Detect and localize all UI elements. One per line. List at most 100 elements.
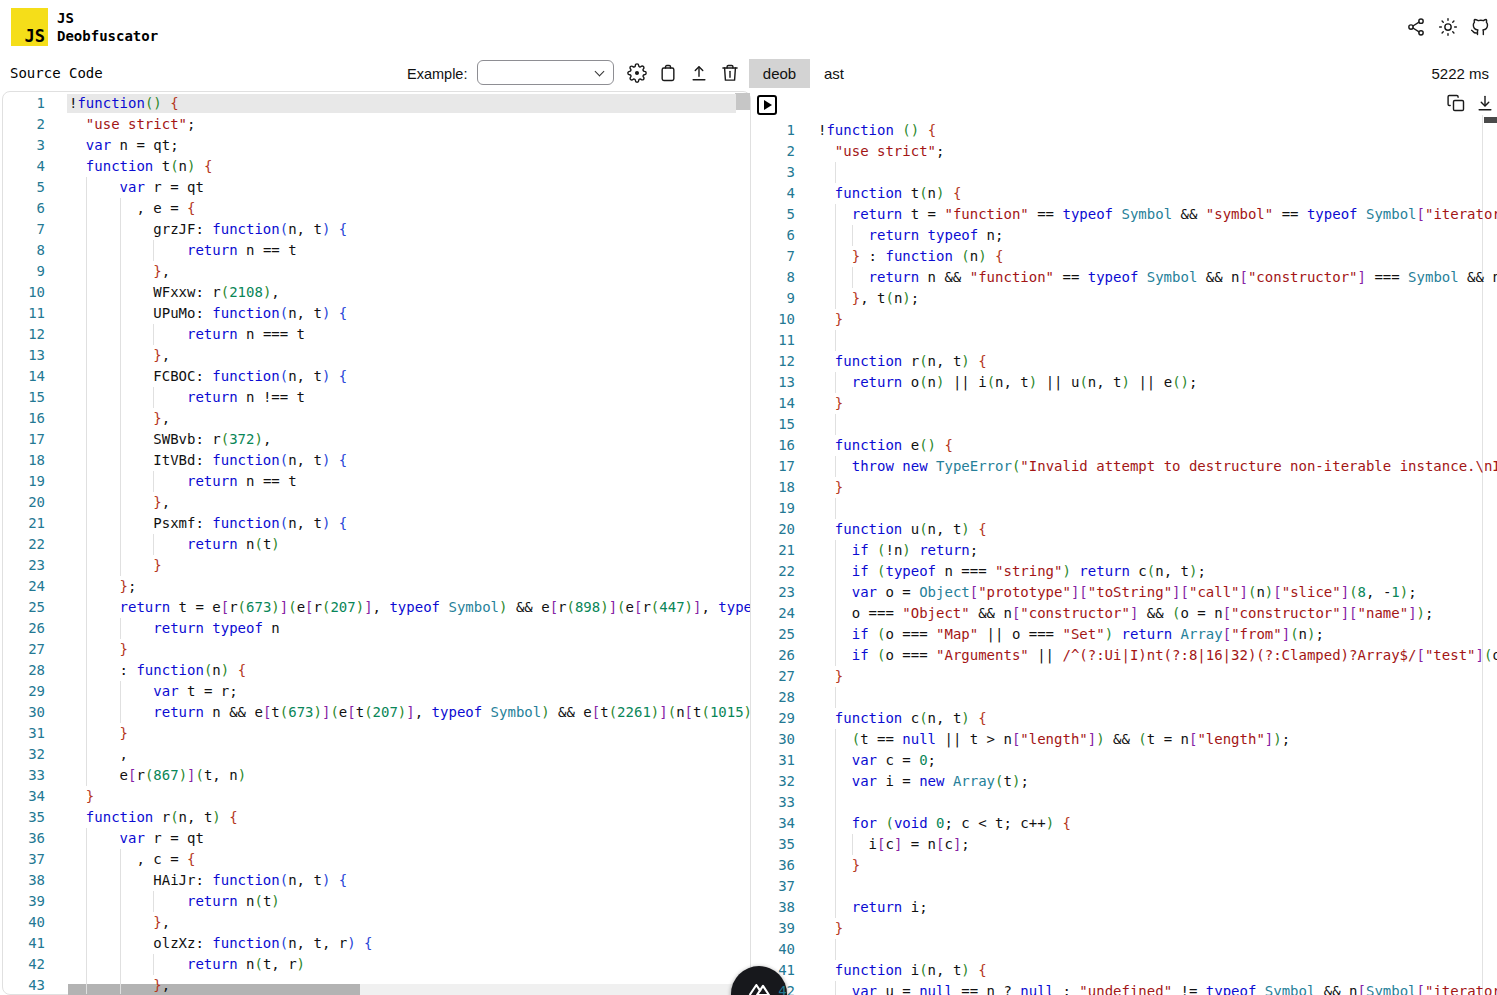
code-line[interactable]: 23 var o = Object["prototype"]["toString… [760, 582, 1497, 603]
code-line[interactable]: 41 olzXz: function(n, t, r) { [3, 933, 750, 954]
code-line[interactable]: 3 var n = qt; [3, 135, 750, 156]
code-line[interactable]: 42 var u = null == n ? null : "undefined… [760, 981, 1497, 995]
code-line[interactable]: 8 return n == t [3, 240, 750, 261]
code-line[interactable]: 38 HAiJr: function(n, t) { [3, 870, 750, 891]
code-line[interactable]: 36 var r = qt [3, 828, 750, 849]
code-line[interactable]: 41 function i(n, t) { [760, 960, 1497, 981]
code-line[interactable]: 42 return n(t, r) [3, 954, 750, 975]
code-line[interactable]: 13 }, [3, 345, 750, 366]
code-line[interactable]: 22 return n(t) [3, 534, 750, 555]
code-line[interactable]: 37 [760, 876, 1497, 897]
code-line[interactable]: 8 return n && "function" == typeof Symbo… [760, 267, 1497, 288]
code-line[interactable]: 26 return typeof n [3, 618, 750, 639]
code-line[interactable]: 4 function t(n) { [3, 156, 750, 177]
code-line[interactable]: 14 FCBOC: function(n, t) { [3, 366, 750, 387]
code-line[interactable]: 27 } [3, 639, 750, 660]
code-line[interactable]: 10 } [760, 309, 1497, 330]
share-icon[interactable] [1406, 17, 1426, 37]
code-line[interactable]: 3 [760, 162, 1497, 183]
code-line[interactable]: 18 } [760, 477, 1497, 498]
code-line[interactable]: 7 grzJF: function(n, t) { [3, 219, 750, 240]
code-line[interactable]: 15 return n !== t [3, 387, 750, 408]
code-line[interactable]: 7 } : function (n) { [760, 246, 1497, 267]
code-line[interactable]: 43 }, [3, 975, 750, 995]
code-line[interactable]: 28 [760, 687, 1497, 708]
tab-ast[interactable]: ast [810, 59, 858, 88]
code-line[interactable]: 16 function e() { [760, 435, 1497, 456]
trash-icon[interactable] [720, 63, 740, 83]
code-line[interactable]: 19 [760, 498, 1497, 519]
code-line[interactable]: 24 }; [3, 576, 750, 597]
code-line[interactable]: 11 [760, 330, 1497, 351]
code-line[interactable]: 6 , e = { [3, 198, 750, 219]
code-line[interactable]: 1!function() { [3, 93, 750, 114]
code-line[interactable]: 32 , [3, 744, 750, 765]
code-line[interactable]: 1!function () { [760, 120, 1497, 141]
code-line[interactable]: 6 return typeof n; [760, 225, 1497, 246]
code-line[interactable]: 29 function c(n, t) { [760, 708, 1497, 729]
code-line[interactable]: 17 SWBvb: r(372), [3, 429, 750, 450]
code-line[interactable]: 2 "use strict"; [3, 114, 750, 135]
code-line[interactable]: 9 }, t(n); [760, 288, 1497, 309]
code-line[interactable]: 4 function t(n) { [760, 183, 1497, 204]
code-line[interactable]: 30 return n && e[t(673)](e[t(207)], type… [3, 702, 750, 723]
code-line[interactable]: 25 return t = e[r(673)](e[r(207)], typeo… [3, 597, 750, 618]
code-line[interactable]: 24 o === "Object" && n["constructor"] &&… [760, 603, 1497, 624]
code-line[interactable]: 17 throw new TypeError("Invalid attempt … [760, 456, 1497, 477]
output-code-editor[interactable]: 1!function () {2 "use strict";34 functio… [760, 118, 1497, 995]
code-line[interactable]: 2 "use strict"; [760, 141, 1497, 162]
code-line[interactable]: 31 } [3, 723, 750, 744]
code-line[interactable]: 35 function r(n, t) { [3, 807, 750, 828]
upload-icon[interactable] [689, 63, 709, 83]
code-line[interactable]: 20 function u(n, t) { [760, 519, 1497, 540]
settings-gear-icon[interactable] [627, 63, 647, 83]
code-line[interactable]: 37 , c = { [3, 849, 750, 870]
code-line[interactable]: 12 return n === t [3, 324, 750, 345]
theme-sun-icon[interactable] [1438, 17, 1458, 37]
download-icon[interactable] [1475, 93, 1495, 113]
code-line[interactable]: 35 i[c] = n[c]; [760, 834, 1497, 855]
code-line[interactable]: 31 var c = 0; [760, 750, 1497, 771]
source-code-editor[interactable]: 1!function() {2 "use strict";3 var n = q… [2, 91, 751, 995]
code-line[interactable]: 36 } [760, 855, 1497, 876]
code-line[interactable]: 9 }, [3, 261, 750, 282]
code-line[interactable]: 18 ItVBd: function(n, t) { [3, 450, 750, 471]
code-line[interactable]: 32 var i = new Array(t); [760, 771, 1497, 792]
code-line[interactable]: 12 function r(n, t) { [760, 351, 1497, 372]
code-line[interactable]: 5 return t = "function" == typeof Symbol… [760, 204, 1497, 225]
code-line[interactable]: 14 } [760, 393, 1497, 414]
code-line[interactable]: 23 } [3, 555, 750, 576]
code-line[interactable]: 39 return n(t) [3, 891, 750, 912]
paste-icon[interactable] [658, 63, 678, 83]
code-line[interactable]: 5 var r = qt [3, 177, 750, 198]
code-line[interactable]: 19 return n == t [3, 471, 750, 492]
code-line[interactable]: 21 Psxmf: function(n, t) { [3, 513, 750, 534]
run-icon[interactable] [757, 95, 777, 115]
example-select[interactable] [477, 60, 614, 85]
code-line[interactable]: 34 } [3, 786, 750, 807]
code-line[interactable]: 29 var t = r; [3, 681, 750, 702]
github-icon[interactable] [1470, 17, 1490, 37]
code-line[interactable]: 33 [760, 792, 1497, 813]
code-line[interactable]: 28 : function(n) { [3, 660, 750, 681]
code-line[interactable]: 11 UPuMo: function(n, t) { [3, 303, 750, 324]
code-line[interactable]: 13 return o(n) || i(n, t) || u(n, t) || … [760, 372, 1497, 393]
code-line[interactable]: 20 }, [3, 492, 750, 513]
code-line[interactable]: 22 if (typeof n === "string") return c(n… [760, 561, 1497, 582]
code-line[interactable]: 39 } [760, 918, 1497, 939]
code-line[interactable]: 21 if (!n) return; [760, 540, 1497, 561]
code-line[interactable]: 10 WFxxw: r(2108), [3, 282, 750, 303]
code-line[interactable]: 33 e[r(867)](t, n) [3, 765, 750, 786]
code-line[interactable]: 16 }, [3, 408, 750, 429]
copy-icon[interactable] [1446, 93, 1466, 113]
code-line[interactable]: 27 } [760, 666, 1497, 687]
code-line[interactable]: 15 [760, 414, 1497, 435]
code-line[interactable]: 38 return i; [760, 897, 1497, 918]
code-line[interactable]: 40 [760, 939, 1497, 960]
code-line[interactable]: 30 (t == null || t > n["length"]) && (t … [760, 729, 1497, 750]
code-line[interactable]: 26 if (o === "Arguments" || /^(?:Ui|I)nt… [760, 645, 1497, 666]
code-line[interactable]: 34 for (void 0; c < t; c++) { [760, 813, 1497, 834]
code-line[interactable]: 25 if (o === "Map" || o === "Set") retur… [760, 624, 1497, 645]
code-line[interactable]: 40 }, [3, 912, 750, 933]
tab-deob[interactable]: deob [749, 59, 810, 88]
